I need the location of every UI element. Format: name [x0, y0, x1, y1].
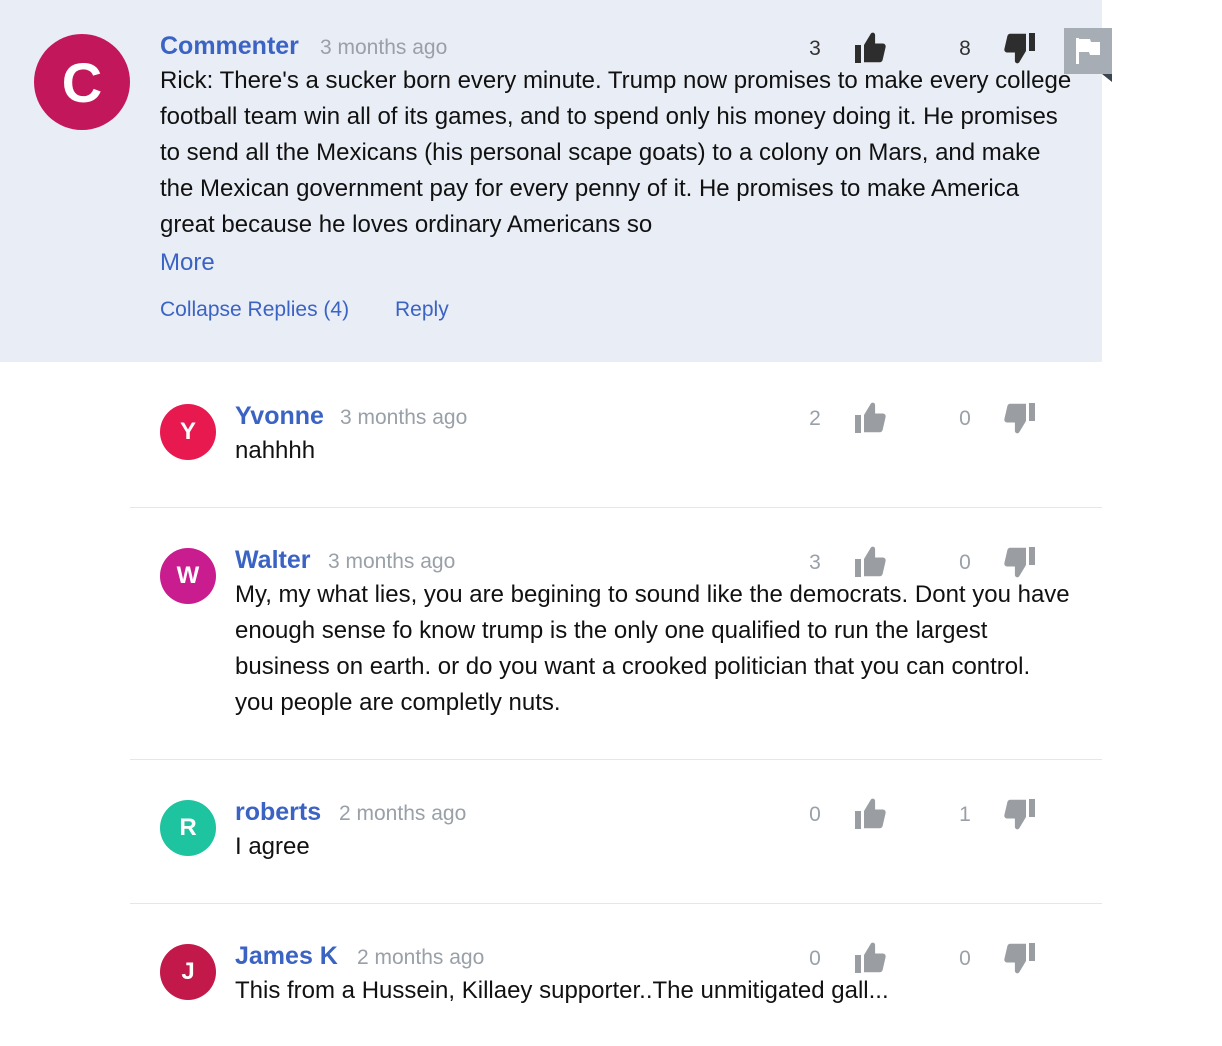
reply-timestamp: 3 months ago — [340, 406, 468, 429]
divider — [130, 903, 1102, 904]
flag-button-shadow — [1102, 74, 1112, 82]
reply-author[interactable]: Yvonne — [235, 402, 324, 431]
reply-button[interactable]: Reply — [395, 298, 449, 322]
upvote-count: 2 — [809, 407, 821, 430]
thumbs-up-icon[interactable] — [852, 940, 888, 976]
flag-icon — [1076, 38, 1100, 64]
divider — [130, 507, 1102, 508]
comment-body: Rick: There's a sucker born every minute… — [160, 67, 1072, 238]
thumbs-down-icon[interactable] — [1002, 796, 1038, 832]
upvote-count: 0 — [809, 947, 821, 970]
thumbs-up-icon[interactable] — [852, 400, 888, 436]
thumbs-down-icon[interactable] — [1002, 30, 1038, 66]
upvote-count: 3 — [809, 37, 821, 60]
upvote-count: 3 — [809, 551, 821, 574]
avatar[interactable]: W — [160, 548, 216, 604]
thumbs-up-icon[interactable] — [852, 796, 888, 832]
comment-author[interactable]: Commenter — [160, 32, 299, 61]
thumbs-up-icon[interactable] — [852, 30, 888, 66]
reply-author[interactable]: roberts — [235, 798, 321, 827]
avatar[interactable]: Y — [160, 404, 216, 460]
avatar[interactable]: C — [34, 34, 130, 130]
avatar[interactable]: R — [160, 800, 216, 856]
downvote-count: 0 — [959, 947, 971, 970]
thumbs-up-icon[interactable] — [852, 544, 888, 580]
reply-body: My, my what lies, you are begining to so… — [235, 581, 1070, 716]
collapse-replies-button[interactable]: Collapse Replies (4) — [160, 298, 349, 322]
downvote-count: 0 — [959, 551, 971, 574]
thumbs-down-icon[interactable] — [1002, 400, 1038, 436]
reply-author[interactable]: James K — [235, 942, 338, 971]
comment-timestamp: 3 months ago — [320, 36, 448, 59]
reply-body: This from a Hussein, Killaey supporter..… — [235, 977, 889, 1004]
flag-button[interactable] — [1064, 28, 1112, 74]
reply-body: nahhhh — [235, 437, 316, 464]
upvote-count: 0 — [809, 803, 821, 826]
downvote-count: 0 — [959, 407, 971, 430]
main-comment: C Commenter 3 months ago 3 8 Rick: There… — [0, 0, 1102, 362]
more-link[interactable]: More — [160, 249, 215, 277]
reply-timestamp: 3 months ago — [328, 550, 456, 573]
divider — [130, 759, 1102, 760]
avatar[interactable]: J — [160, 944, 216, 1000]
reply-author[interactable]: Walter — [235, 546, 310, 575]
reply-timestamp: 2 months ago — [357, 946, 485, 969]
reply-body: I agree — [235, 833, 310, 860]
thumbs-down-icon[interactable] — [1002, 544, 1038, 580]
thumbs-down-icon[interactable] — [1002, 940, 1038, 976]
reply-timestamp: 2 months ago — [339, 802, 467, 825]
downvote-count: 1 — [959, 803, 971, 826]
downvote-count: 8 — [959, 37, 971, 60]
